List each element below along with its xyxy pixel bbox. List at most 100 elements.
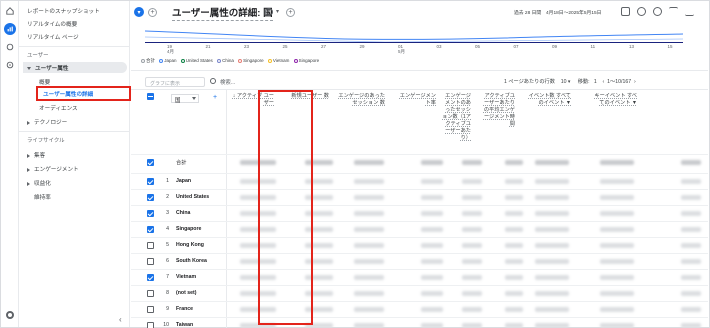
obscured-value (354, 291, 384, 296)
table-row[interactable]: 5 Hong Kong (131, 237, 708, 252)
reports-icon[interactable] (4, 23, 16, 35)
obscured-value (354, 243, 384, 248)
nav-technology[interactable]: テクノロジー (27, 118, 67, 126)
row-checkbox[interactable] (147, 322, 154, 328)
nav-report-snapshot[interactable]: レポートのスナップショット (27, 7, 100, 15)
trend-icon[interactable] (685, 7, 694, 16)
nav-acquisition[interactable]: 集客 (27, 151, 45, 159)
obscured-value (505, 243, 523, 248)
col-header-engaged-sessions[interactable]: エンゲージのあったセッション 数 (337, 93, 385, 107)
add-dimension-icon[interactable]: + (213, 94, 217, 101)
filter-icon[interactable]: ▾ (134, 7, 144, 17)
row-checkbox[interactable] (147, 258, 154, 265)
row-number: 4 (166, 226, 169, 232)
obscured-value (535, 243, 569, 248)
table-row[interactable]: 2 United States (131, 189, 708, 204)
chevron-down-icon[interactable]: ▾ (276, 8, 279, 15)
col-header-engaged-sessions-per-user[interactable]: エンゲージメントのあったセッション数（1アクティブユーザーあたり） (441, 93, 471, 142)
col-header-key-events[interactable]: キーイベント すべてのイベント ▼ (593, 93, 637, 107)
obscured-value (505, 160, 523, 165)
obscured-value (354, 323, 384, 328)
next-page-icon[interactable]: › (634, 79, 636, 85)
obscured-value (600, 195, 634, 200)
rows-per-page-select[interactable]: 10 (561, 79, 567, 85)
col-header-engagement-rate[interactable]: エンゲージメント率 (396, 93, 436, 107)
obscured-value (535, 323, 569, 328)
check-circle-icon[interactable]: ✓ (265, 8, 273, 16)
row-checkbox[interactable] (147, 178, 154, 185)
collapse-chevron-icon[interactable]: ‹ (119, 315, 122, 324)
row-checkbox[interactable] (147, 274, 154, 281)
table-row[interactable]: 3 China (131, 205, 708, 220)
nav-section-user: ユーザー (27, 53, 49, 59)
row-checkbox[interactable] (147, 242, 154, 249)
table-row[interactable]: 8 (not set) (131, 285, 708, 300)
col-header-avg-engagement-time[interactable]: アクティブユーザーあたりの平均エンゲージメント時間 (481, 93, 515, 128)
nav-retention[interactable]: 維持率 (34, 193, 51, 201)
expand-down-icon (27, 67, 31, 71)
x-tick-day: 11 (590, 44, 596, 49)
plot-rows-button[interactable]: グラフに表示 (145, 77, 205, 87)
country-name: Taiwan (176, 322, 194, 328)
page-title: ユーザー属性の詳細: 国 (172, 5, 273, 21)
table-row[interactable]: 6 South Korea (131, 253, 708, 268)
explore-icon[interactable] (4, 41, 16, 53)
select-all-checkbox[interactable] (147, 93, 154, 100)
col-header-event-count[interactable]: イベント数 すべてのイベント ▼ (527, 93, 571, 107)
obscured-value (505, 275, 523, 280)
advertising-icon[interactable] (4, 59, 16, 71)
row-checkbox[interactable] (147, 290, 154, 297)
add-icon[interactable]: + (286, 8, 295, 17)
dimension-label: 国 (175, 98, 181, 104)
compare-icon[interactable] (637, 7, 646, 16)
country-name: Japan (176, 178, 191, 184)
obscured-value (681, 275, 701, 280)
obscured-value (462, 211, 482, 216)
add-comparison-icon[interactable]: + (148, 8, 157, 17)
obscured-value (421, 179, 443, 184)
obscured-value (421, 291, 443, 296)
dimension-select[interactable]: 国 (171, 94, 199, 104)
obscured-value (421, 243, 443, 248)
customize-report-icon[interactable] (621, 7, 630, 16)
home-icon[interactable] (4, 5, 16, 17)
obscured-value (421, 323, 443, 328)
nav-realtime-pages[interactable]: リアルタイム ページ (27, 33, 79, 41)
goto-input[interactable]: 1 (594, 79, 597, 85)
obscured-value (600, 291, 634, 296)
row-checkbox[interactable] (147, 226, 154, 233)
total-row-checkbox[interactable] (147, 159, 154, 166)
row-checkbox[interactable] (147, 194, 154, 201)
nav-user-attributes[interactable]: ユーザー属性 (27, 64, 68, 72)
nav-realtime-overview[interactable]: リアルタイムの概要 (27, 20, 77, 28)
nav-engagement[interactable]: エンゲージメント (27, 165, 79, 173)
nav-user-attr-details[interactable]: ユーザー属性の詳細 (43, 90, 93, 98)
obscured-value (421, 259, 443, 264)
table-row[interactable]: 10 Taiwan (131, 317, 708, 328)
nav-monetization[interactable]: 収益化 (27, 179, 51, 187)
row-checkbox[interactable] (147, 210, 154, 217)
obscured-value (354, 179, 384, 184)
search-input[interactable]: 検索... (220, 78, 235, 86)
expand-right-icon (27, 153, 30, 158)
settings-gear-icon[interactable] (6, 311, 14, 319)
prev-page-icon[interactable]: ‹ (603, 79, 605, 85)
table-row[interactable]: 1 Japan (131, 173, 708, 188)
insights-icon[interactable] (653, 7, 662, 16)
obscured-value (600, 275, 634, 280)
x-tick-day: 27 (321, 44, 327, 49)
obscured-value (462, 227, 482, 232)
share-icon[interactable] (669, 7, 678, 16)
table-row[interactable]: 7 Vietnam (131, 269, 708, 284)
legend-item: Singapore (243, 58, 264, 63)
country-name: China (176, 210, 191, 216)
obscured-value (535, 195, 569, 200)
date-range[interactable]: 過去 28 日間 4月18日～2025年5月15日 (514, 9, 601, 16)
nav-audiences[interactable]: オーディエンス (39, 104, 78, 112)
table-row[interactable]: 4 Singapore (131, 221, 708, 236)
row-checkbox[interactable] (147, 306, 154, 313)
nav-overview[interactable]: 概要 (39, 78, 50, 86)
obscured-value (462, 179, 482, 184)
table-row[interactable]: 9 France (131, 301, 708, 316)
row-number: 7 (166, 274, 169, 280)
